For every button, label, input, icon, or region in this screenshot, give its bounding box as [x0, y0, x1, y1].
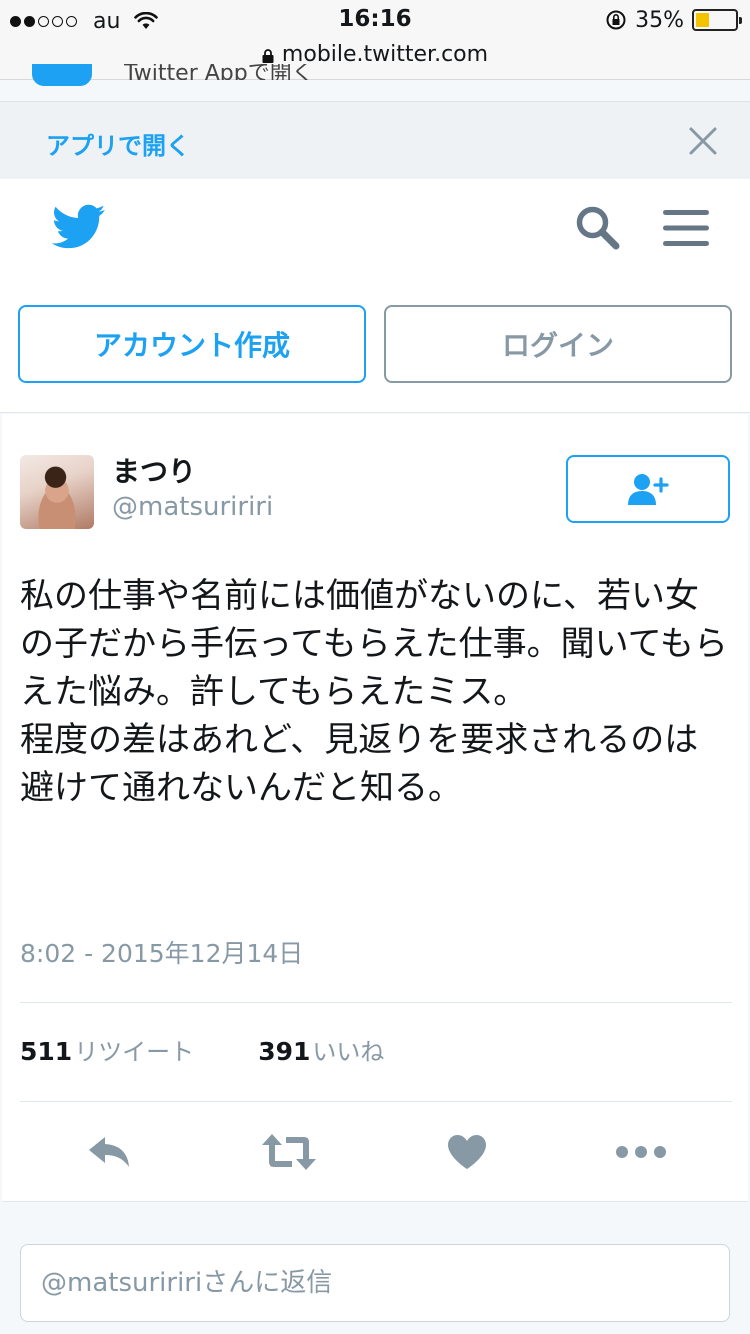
- retweet-count[interactable]: 511: [20, 1037, 72, 1066]
- more-icon: [616, 1146, 666, 1158]
- tweet-timestamp[interactable]: 8:02 - 2015年12月14日: [20, 934, 303, 970]
- like-label[interactable]: いいね: [312, 1032, 384, 1067]
- reply-button[interactable]: [86, 1132, 134, 1172]
- tweet-card: まつり @matsuririri 私の仕事や名前には価値がないのに、若い女の子だ…: [2, 414, 748, 1202]
- battery-percent: 35%: [635, 7, 684, 33]
- like-count[interactable]: 391: [258, 1037, 310, 1066]
- retweet-icon: [262, 1134, 316, 1170]
- follow-user-icon: [628, 474, 669, 505]
- battery-level: [696, 13, 710, 27]
- retweet-button[interactable]: [260, 1132, 318, 1172]
- app-icon: [32, 64, 92, 86]
- open-in-app-peek-text: Twitter Appで開く: [124, 64, 314, 80]
- rotation-lock-icon: [606, 10, 626, 30]
- signup-button[interactable]: アカウント作成: [18, 305, 366, 383]
- like-button[interactable]: [445, 1132, 489, 1172]
- reply-icon: [89, 1137, 129, 1167]
- retweet-label[interactable]: リツイート: [74, 1032, 194, 1067]
- divider: [20, 1002, 732, 1003]
- battery-area: 35%: [605, 7, 742, 33]
- search-icon[interactable]: [574, 204, 620, 250]
- status-bar: au 16:16 35% mobile.twitter.com: [0, 0, 750, 80]
- open-in-app-link[interactable]: アプリで開く: [46, 126, 190, 161]
- more-button[interactable]: [614, 1132, 668, 1172]
- display-name[interactable]: まつり: [112, 450, 196, 490]
- lock-icon: [262, 48, 274, 63]
- address-bar[interactable]: mobile.twitter.com: [0, 42, 750, 67]
- heart-icon: [448, 1135, 486, 1169]
- tweet-stats: 511 リツイート 391 いいね: [20, 1032, 384, 1067]
- tweet-text: 私の仕事や名前には価値がないのに、若い女の子だから手伝ってもらえた仕事。聞いても…: [20, 576, 728, 808]
- reply-input[interactable]: [20, 1244, 730, 1322]
- close-icon[interactable]: [686, 124, 720, 158]
- follow-button[interactable]: [566, 455, 730, 523]
- battery-icon: [692, 9, 742, 31]
- open-in-app-banner: アプリで開く: [0, 101, 750, 179]
- avatar[interactable]: [20, 455, 94, 529]
- user-handle[interactable]: @matsuririri: [112, 492, 273, 522]
- twitter-bird-icon[interactable]: [52, 204, 106, 250]
- login-button[interactable]: ログイン: [384, 305, 732, 383]
- hamburger-menu-icon[interactable]: [662, 208, 710, 248]
- site-header: アカウント作成 ログイン: [0, 179, 750, 413]
- divider: [20, 1101, 732, 1102]
